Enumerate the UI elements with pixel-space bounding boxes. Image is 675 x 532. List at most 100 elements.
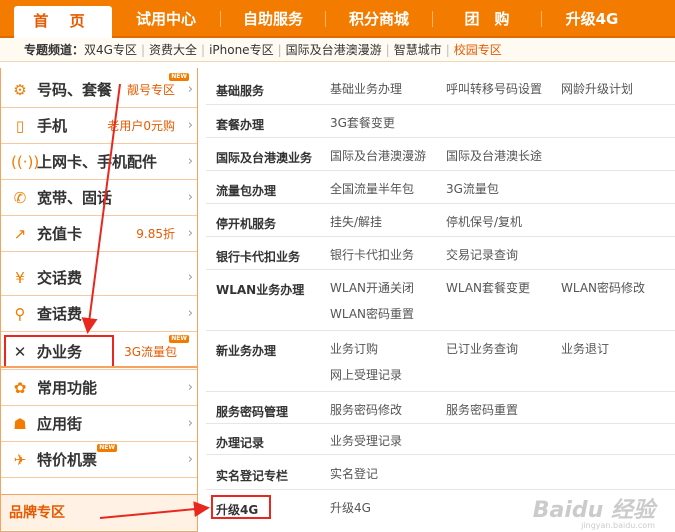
service-link[interactable]: 3G流量包 bbox=[446, 180, 499, 197]
channel-divider: | bbox=[201, 43, 206, 57]
watermark-logo: Baidu 经验 bbox=[532, 498, 655, 523]
plane-icon: ✈ bbox=[13, 450, 27, 469]
channel-link-smart-city[interactable]: 智慧城市 bbox=[394, 43, 442, 57]
sidebar-item-number-plans[interactable]: ⚙ 号码、套餐 靓号专区 NEW › bbox=[1, 72, 197, 108]
chevron-right-icon: › bbox=[187, 154, 193, 169]
service-row-real-name: 实名登记专栏 实名登记 bbox=[206, 455, 675, 490]
sidebar-item-app-street[interactable]: ☗ 应用街 › bbox=[1, 406, 197, 442]
gear-icon: ⚙ bbox=[13, 80, 27, 99]
recharge-icon: ↗ bbox=[13, 224, 27, 243]
sidebar-item-services[interactable]: ✕ 办业务 3G流量包 NEW bbox=[1, 334, 197, 370]
sidebar-item-phones[interactable]: ▯ 手机 老用户0元购 › bbox=[1, 108, 197, 144]
channel-divider: | bbox=[445, 43, 450, 57]
service-link[interactable]: 业务订购 bbox=[330, 340, 378, 357]
service-row-data-packs: 流量包办理 全国流量半年包 3G流量包 bbox=[206, 171, 675, 204]
service-category: 办理记录 bbox=[216, 436, 265, 450]
service-link[interactable]: 已订业务查询 bbox=[446, 340, 518, 357]
service-link[interactable]: WLAN密码重置 bbox=[330, 305, 414, 322]
sidebar-item-label: 宽带、固话 bbox=[37, 189, 113, 207]
tab-trial-center[interactable]: 试用中心 bbox=[112, 0, 220, 36]
tab-group-buy[interactable]: 团 购 bbox=[433, 0, 541, 36]
channel-divider: | bbox=[385, 43, 390, 57]
service-link[interactable]: 业务受理记录 bbox=[330, 432, 402, 449]
service-link[interactable]: 服务密码修改 bbox=[330, 401, 402, 418]
sidebar-promo-link[interactable]: 老用户0元购 bbox=[107, 117, 175, 134]
service-category[interactable]: 升级4G bbox=[216, 501, 258, 518]
sidebar-item-flight-tickets[interactable]: ✈ 特价机票 NEW › bbox=[1, 442, 197, 478]
service-row-wlan: WLAN业务办理 WLAN开通关闭 WLAN套餐变更 WLAN密码修改 WLAN… bbox=[206, 270, 675, 331]
channel-link-dual-4g[interactable]: 双4G专区 bbox=[84, 43, 137, 57]
service-link[interactable]: WLAN开通关闭 bbox=[330, 279, 414, 296]
sidebar-item-label: 交话费 bbox=[37, 269, 83, 287]
chevron-right-icon: › bbox=[187, 82, 193, 97]
chevron-right-icon: › bbox=[187, 416, 193, 431]
service-category: 实名登记专栏 bbox=[216, 469, 289, 483]
service-category: 银行卡代扣业务 bbox=[216, 250, 301, 264]
sidebar-item-label: 手机 bbox=[37, 117, 68, 135]
service-link[interactable]: 停机保号/复机 bbox=[446, 213, 522, 230]
sidebar-item-label: 充值卡 bbox=[37, 225, 83, 243]
chevron-right-icon: › bbox=[187, 380, 193, 395]
phone-icon: ▯ bbox=[15, 116, 25, 135]
channel-link-campus[interactable]: 校园专区 bbox=[454, 43, 502, 57]
channel-link-roaming[interactable]: 国际及台港澳漫游 bbox=[286, 43, 382, 57]
service-link[interactable]: 升级4G bbox=[330, 499, 371, 516]
android-icon: ☗ bbox=[13, 414, 27, 433]
sidebar-item-label: 号码、套餐 bbox=[37, 81, 113, 99]
chevron-right-icon: › bbox=[187, 226, 193, 241]
service-row-international: 国际及台港澳业务 国际及台港澳漫游 国际及台港澳长途 bbox=[206, 138, 675, 171]
service-link[interactable]: 挂失/解挂 bbox=[330, 213, 382, 230]
service-link[interactable]: 交易记录查询 bbox=[446, 246, 518, 263]
service-link[interactable]: WLAN套餐变更 bbox=[446, 279, 530, 296]
service-link[interactable]: 业务退订 bbox=[561, 340, 609, 357]
tab-points-mall[interactable]: 积分商城 bbox=[326, 0, 432, 36]
brand-zone-header[interactable]: 品牌专区 bbox=[1, 494, 197, 530]
tab-home[interactable]: 首 页 bbox=[14, 6, 112, 38]
sidebar-item-data-cards[interactable]: ((·)) 上网卡、手机配件 › bbox=[1, 144, 197, 180]
service-link[interactable]: 网龄升级计划 bbox=[561, 80, 633, 97]
channel-link-tariffs[interactable]: 资费大全 bbox=[149, 43, 197, 57]
sidebar-item-recharge-card[interactable]: ↗ 充值卡 9.85折 › bbox=[1, 216, 197, 252]
highlight-box bbox=[4, 335, 114, 368]
sidebar-promo-link[interactable]: 9.85折 bbox=[136, 225, 175, 242]
channel-link-iphone[interactable]: iPhone专区 bbox=[209, 43, 274, 57]
service-category: 套餐办理 bbox=[216, 118, 265, 132]
services-panel: 基础服务 基础业务办理 呼叫转移号码设置 网龄升级计划 套餐办理 3G套餐变更 … bbox=[206, 68, 675, 532]
service-link[interactable]: 服务密码重置 bbox=[446, 401, 518, 418]
sidebar-menu: ⚙ 号码、套餐 靓号专区 NEW › ▯ 手机 老用户0元购 › ((·)) 上… bbox=[0, 68, 198, 532]
service-link[interactable]: 3G套餐变更 bbox=[330, 114, 395, 131]
tab-self-service[interactable]: 自助服务 bbox=[221, 0, 325, 36]
sidebar-item-pay-bill[interactable]: ¥ 交话费 › bbox=[1, 260, 197, 296]
service-category: WLAN业务办理 bbox=[216, 283, 305, 297]
watermark-url: jingyan.baidu.com bbox=[581, 521, 655, 530]
service-link[interactable]: 基础业务办理 bbox=[330, 80, 402, 97]
chevron-right-icon: › bbox=[187, 118, 193, 133]
service-link[interactable]: 实名登记 bbox=[330, 465, 378, 482]
sidebar-promo-link[interactable]: 靓号专区 bbox=[127, 81, 175, 98]
service-link[interactable]: 全国流量半年包 bbox=[330, 180, 414, 197]
handset-icon: ✆ bbox=[13, 188, 27, 207]
chevron-right-icon: › bbox=[187, 452, 193, 467]
service-category: 新业务办理 bbox=[216, 344, 277, 358]
service-category: 国际及台港澳业务 bbox=[216, 151, 313, 165]
sidebar-item-broadband[interactable]: ✆ 宽带、固话 › bbox=[1, 180, 197, 216]
chevron-right-icon: › bbox=[187, 270, 193, 285]
yen-icon: ¥ bbox=[15, 268, 25, 287]
service-link[interactable]: 银行卡代扣业务 bbox=[330, 246, 414, 263]
service-row-basic: 基础服务 基础业务办理 呼叫转移号码设置 网龄升级计划 bbox=[206, 68, 675, 105]
sidebar-item-label: 上网卡、手机配件 bbox=[37, 153, 158, 171]
sidebar-item-common-functions[interactable]: ✿ 常用功能 › bbox=[1, 370, 197, 406]
service-link[interactable]: 呼叫转移号码设置 bbox=[446, 80, 542, 97]
service-link[interactable]: 国际及台港澳长途 bbox=[446, 147, 542, 164]
service-row-new-business: 新业务办理 业务订购 已订业务查询 业务退订 网上受理记录 bbox=[206, 331, 675, 392]
sidebar-item-check-bill[interactable]: ⚲ 查话费 › bbox=[1, 296, 197, 332]
sidebar-promo-link[interactable]: 3G流量包 bbox=[124, 343, 177, 360]
chevron-right-icon: › bbox=[187, 190, 193, 205]
service-link[interactable]: 网上受理记录 bbox=[330, 366, 402, 383]
service-link[interactable]: 国际及台港澳漫游 bbox=[330, 147, 426, 164]
chevron-right-icon: › bbox=[187, 306, 193, 321]
top-navigation: 首 页 试用中心 自助服务 积分商城 团 购 升级4G bbox=[0, 0, 675, 38]
tab-upgrade-4g[interactable]: 升级4G bbox=[542, 0, 642, 36]
service-row-records: 办理记录 业务受理记录 bbox=[206, 424, 675, 455]
service-link[interactable]: WLAN密码修改 bbox=[561, 279, 645, 296]
